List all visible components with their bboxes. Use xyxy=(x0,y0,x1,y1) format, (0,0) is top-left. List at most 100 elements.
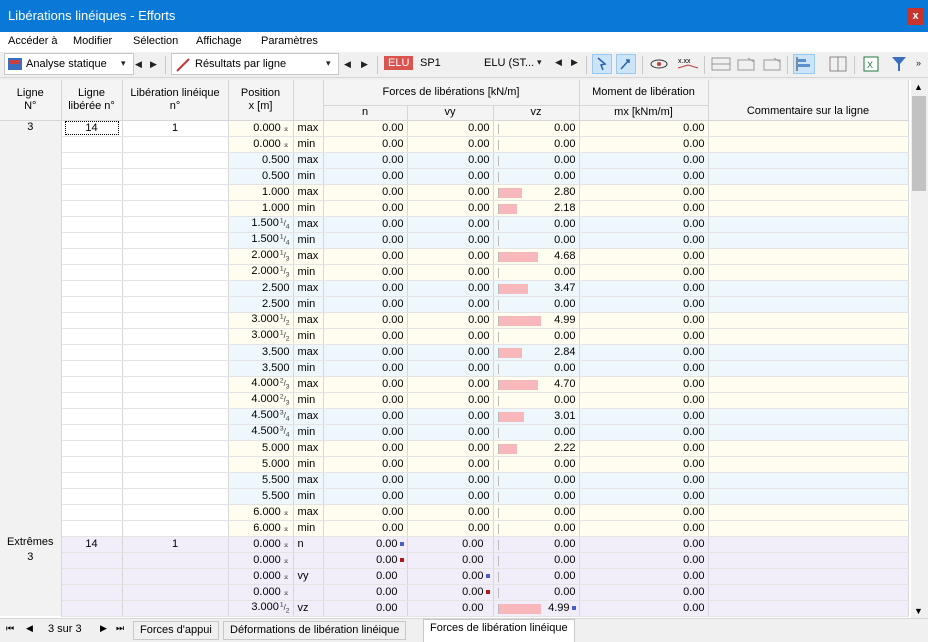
cell-comment[interactable] xyxy=(708,568,909,585)
cell-position[interactable]: 0.000 ⌅ xyxy=(228,568,294,585)
cell-mx[interactable]: 0.00 xyxy=(579,440,709,457)
header-ligne[interactable]: Ligne N° xyxy=(0,80,62,121)
cell-position[interactable]: 3.0001/2 xyxy=(228,600,294,617)
cell-n[interactable]: 0.00 xyxy=(323,296,408,313)
cell-liberation[interactable] xyxy=(122,312,229,329)
cell-liberee[interactable] xyxy=(61,440,123,457)
table-row[interactable]: 0.000 ⌅ min 0.00 0.00 0.00 0.00 xyxy=(0,136,909,153)
cell-liberee[interactable] xyxy=(61,184,123,201)
cell-liberee[interactable] xyxy=(61,408,123,425)
table-row[interactable]: 3.500 max 0.00 0.00 2.84 0.00 xyxy=(0,344,909,361)
cell-position[interactable]: 1.5001/4 xyxy=(228,216,294,233)
cell-vy[interactable]: 0.00 xyxy=(407,392,494,409)
next-combo-button[interactable]: ▶ xyxy=(571,57,578,68)
cell-position[interactable]: 4.5003/4 xyxy=(228,408,294,425)
cell-type[interactable] xyxy=(293,584,324,601)
combo-select[interactable]: ELU SP1 ELU (ST... ▾ ◀ ▶ xyxy=(381,53,581,75)
cell-position[interactable]: 1.000 xyxy=(228,184,294,201)
export-button-1[interactable] xyxy=(736,54,758,74)
menu-parametres[interactable]: Paramètres xyxy=(261,35,318,47)
cell-vy[interactable]: 0.00 xyxy=(407,456,494,473)
cell-liberee[interactable] xyxy=(61,392,123,409)
table-row[interactable]: 1.000 max 0.00 0.00 2.80 0.00 xyxy=(0,184,909,201)
overflow-icon[interactable]: » xyxy=(916,58,921,68)
cell-position[interactable]: 3.500 xyxy=(228,344,294,361)
cell-n[interactable]: 0.00 xyxy=(323,600,408,617)
cell-n[interactable]: 0.00 xyxy=(323,312,408,329)
chart-toggle-button[interactable] xyxy=(793,54,815,74)
cell-n[interactable]: 0.00 xyxy=(323,584,408,601)
cell-comment[interactable] xyxy=(708,216,909,233)
cell-type[interactable]: max xyxy=(293,472,324,489)
cell-liberation[interactable] xyxy=(122,296,229,313)
cell-comment[interactable] xyxy=(708,280,909,297)
cell-liberee[interactable] xyxy=(61,248,123,265)
cell-liberee[interactable]: 14 xyxy=(61,536,123,553)
cell-n[interactable]: 0.00 xyxy=(323,568,408,585)
cell-liberee[interactable] xyxy=(61,552,123,569)
table-row[interactable]: 5.500 max 0.00 0.00 0.00 0.00 xyxy=(0,472,909,489)
table-row[interactable]: 5.000 min 0.00 0.00 0.00 0.00 xyxy=(0,456,909,473)
cell-mx[interactable]: 0.00 xyxy=(579,296,709,313)
cell-vz[interactable]: 0.00 xyxy=(493,328,580,345)
header-comment[interactable]: Commentaire sur la ligne xyxy=(708,80,909,121)
cell-mx[interactable]: 0.00 xyxy=(579,520,709,537)
filter-button[interactable] xyxy=(889,54,911,74)
cell-vy[interactable]: 0.00 xyxy=(407,424,494,441)
cell-type[interactable]: min xyxy=(293,456,324,473)
cell-n[interactable]: 0.00 xyxy=(323,280,408,297)
cell-n[interactable]: 0.00 xyxy=(323,440,408,457)
cell-mx[interactable]: 0.00 xyxy=(579,536,709,553)
select-in-model-button[interactable] xyxy=(592,54,612,74)
cell-vz[interactable]: 0.00 xyxy=(493,296,580,313)
cell-liberee[interactable] xyxy=(61,232,123,249)
cell-mx[interactable]: 0.00 xyxy=(579,120,709,137)
cell-vy[interactable]: 0.00 xyxy=(407,520,494,537)
excel-export-button[interactable]: X xyxy=(860,54,882,74)
cell-type[interactable]: min xyxy=(293,328,324,345)
cell-mx[interactable]: 0.00 xyxy=(579,328,709,345)
cell-comment[interactable] xyxy=(708,408,909,425)
prev-analysis-button[interactable]: ◀ xyxy=(135,59,142,70)
table-row[interactable]: 3.0001/2 max 0.00 0.00 4.99 0.00 xyxy=(0,312,909,329)
cell-type[interactable]: min xyxy=(293,136,324,153)
cell-comment[interactable] xyxy=(708,232,909,249)
cell-mx[interactable]: 0.00 xyxy=(579,488,709,505)
cell-n[interactable]: 0.00 xyxy=(323,360,408,377)
cell-liberation[interactable] xyxy=(122,568,229,585)
cell-vy[interactable]: 0.00 xyxy=(407,600,494,617)
table-row[interactable]: 1.5001/4 max 0.00 0.00 0.00 0.00 xyxy=(0,216,909,233)
cell-liberee[interactable] xyxy=(61,216,123,233)
values-button[interactable]: x.xx xyxy=(676,54,700,74)
cell-vz[interactable]: 4.68 xyxy=(493,248,580,265)
cell-n[interactable]: 0.00 xyxy=(323,344,408,361)
cell-position[interactable]: 2.500 xyxy=(228,296,294,313)
cell-vy[interactable]: 0.00 xyxy=(407,568,494,585)
table-row[interactable]: 0.500 min 0.00 0.00 0.00 0.00 xyxy=(0,168,909,185)
cell-n[interactable]: 0.00 xyxy=(323,200,408,217)
cell-mx[interactable]: 0.00 xyxy=(579,200,709,217)
cell-mx[interactable]: 0.00 xyxy=(579,312,709,329)
cell-vy[interactable]: 0.00 xyxy=(407,152,494,169)
cell-type[interactable]: min xyxy=(293,168,324,185)
cell-vz[interactable]: 0.00 xyxy=(493,120,580,137)
cell-vz[interactable]: 0.00 xyxy=(493,392,580,409)
cell-liberee[interactable] xyxy=(61,136,123,153)
cell-n[interactable]: 0.00 xyxy=(323,168,408,185)
cell-vz[interactable]: 0.00 xyxy=(493,456,580,473)
cell-comment[interactable] xyxy=(708,600,909,617)
first-sheet-icon[interactable]: ⏮ xyxy=(6,623,14,634)
cell-comment[interactable] xyxy=(708,296,909,313)
cell-liberee[interactable] xyxy=(61,488,123,505)
header-liberation[interactable]: Libération linéique n° xyxy=(122,80,229,121)
cell-vz[interactable]: 0.00 xyxy=(493,168,580,185)
scroll-down-icon[interactable]: ▼ xyxy=(914,606,923,616)
cell-position[interactable]: 5.000 xyxy=(228,456,294,473)
cell-mx[interactable]: 0.00 xyxy=(579,424,709,441)
cell-type[interactable]: min xyxy=(293,264,324,281)
cell-position[interactable]: 0.000 ⌅ xyxy=(228,120,294,137)
next-sheet-icon[interactable]: ▶ xyxy=(100,623,107,634)
cell-liberation[interactable] xyxy=(122,456,229,473)
liberee-input[interactable]: 14 xyxy=(64,121,119,135)
cell-type[interactable]: max xyxy=(293,440,324,457)
